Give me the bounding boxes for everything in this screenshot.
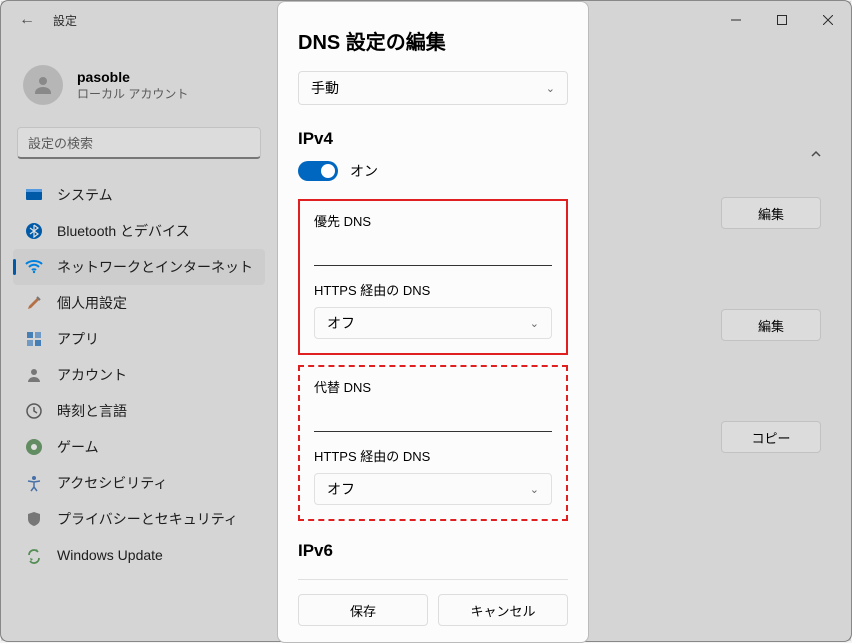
chevron-down-icon: ⌄ (546, 82, 555, 95)
https-dns-dropdown[interactable]: オフ ⌄ (314, 307, 552, 339)
alternate-dns-box: 代替 DNS HTTPS 経由の DNS オフ ⌄ (298, 365, 568, 521)
modal-footer: 保存 キャンセル (298, 579, 568, 626)
modal-title: DNS 設定の編集 (298, 26, 568, 55)
preferred-dns-label: 優先 DNS (314, 211, 552, 230)
toggle-label: オン (350, 161, 378, 181)
ipv4-toggle[interactable] (298, 161, 338, 181)
ipv4-heading: IPv4 (298, 129, 568, 149)
alternate-dns-label: 代替 DNS (314, 377, 552, 396)
chevron-down-icon: ⌄ (530, 483, 539, 496)
mode-value: 手動 (311, 78, 339, 98)
dns-settings-modal: DNS 設定の編集 手動 ⌄ IPv4 オン 優先 DNS HTTPS 経由の … (277, 1, 589, 643)
https-dns-value: オフ (327, 313, 355, 333)
cancel-button[interactable]: キャンセル (438, 594, 568, 626)
ipv6-heading: IPv6 (298, 541, 568, 561)
https-dns-value-2: オフ (327, 479, 355, 499)
preferred-dns-input[interactable] (314, 238, 552, 266)
preferred-dns-box: 優先 DNS HTTPS 経由の DNS オフ ⌄ (298, 199, 568, 355)
alternate-dns-input[interactable] (314, 404, 552, 432)
save-button[interactable]: 保存 (298, 594, 428, 626)
ipv4-toggle-row: オン (298, 161, 568, 181)
https-dns-dropdown-2[interactable]: オフ ⌄ (314, 473, 552, 505)
https-dns-label-2: HTTPS 経由の DNS (314, 446, 552, 465)
mode-dropdown[interactable]: 手動 ⌄ (298, 71, 568, 105)
https-dns-label: HTTPS 経由の DNS (314, 280, 552, 299)
chevron-down-icon: ⌄ (530, 317, 539, 330)
